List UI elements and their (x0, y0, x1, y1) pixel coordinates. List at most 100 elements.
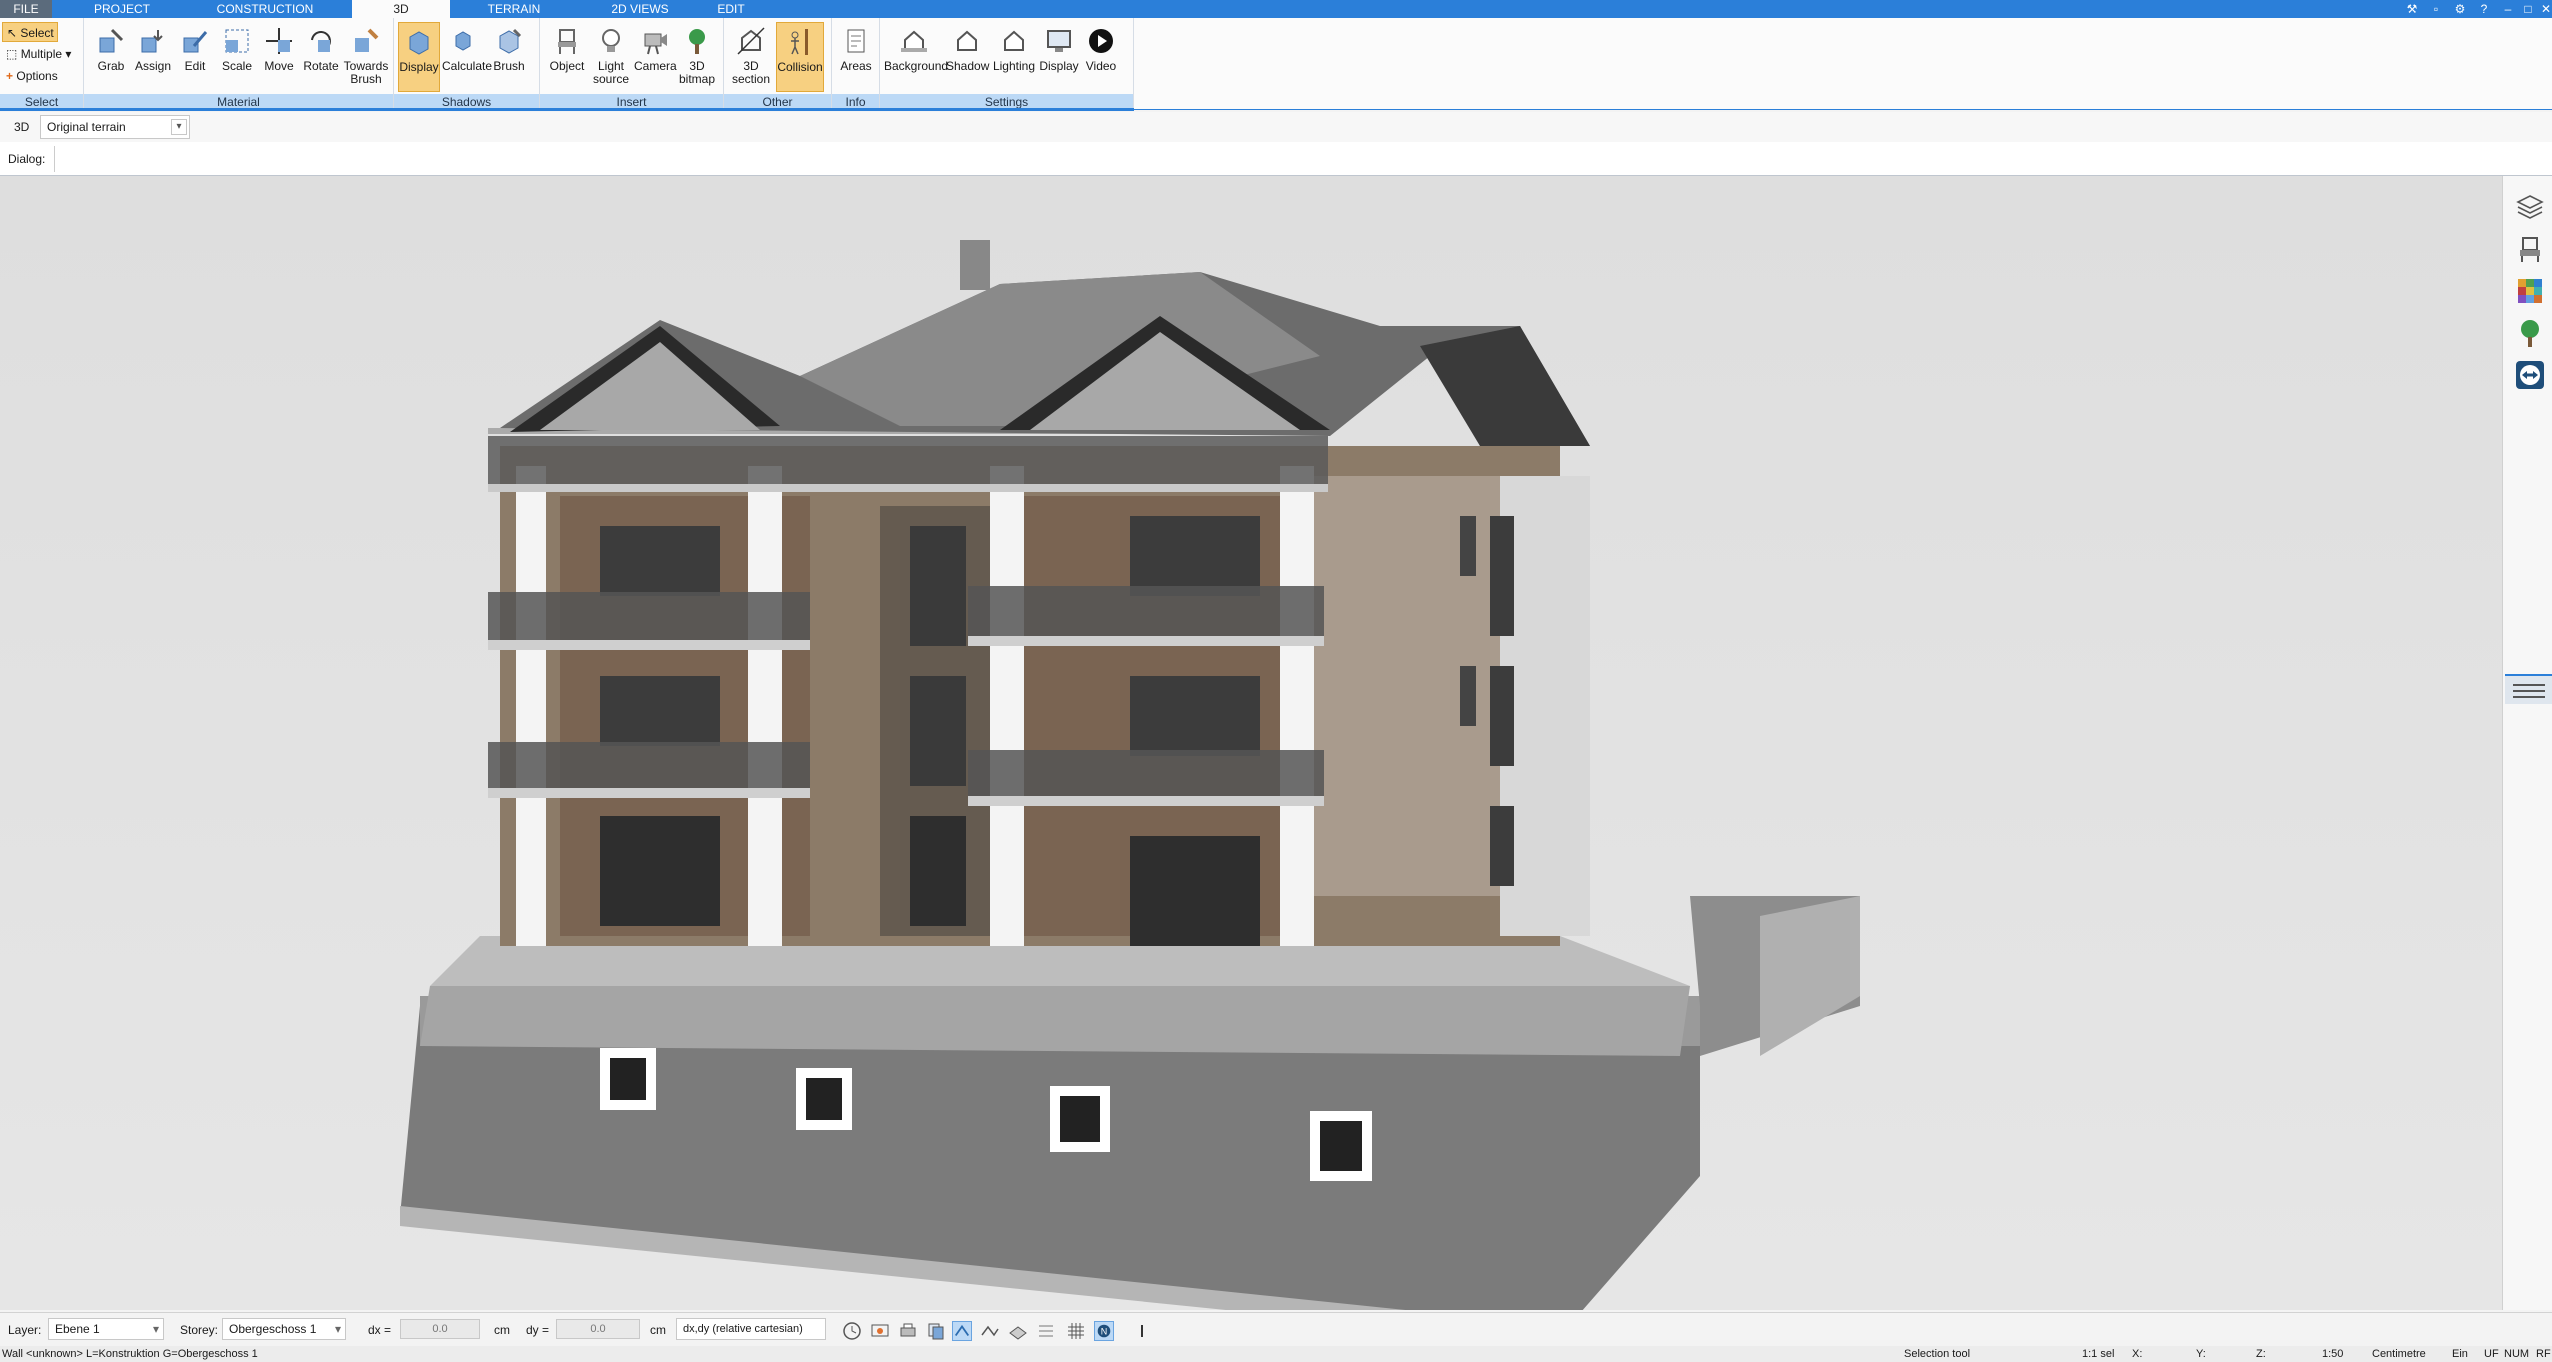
layer-label: Layer: (8, 1323, 42, 1337)
3d-section-button[interactable]: 3D section (730, 22, 772, 92)
shadow-display-icon (409, 31, 429, 55)
status-bar: Wall <unknown> L=Konstruktion G=Obergesc… (0, 1346, 2552, 1362)
shadows-group: Display Calculate Brush Shadows (394, 18, 540, 110)
maximize-icon[interactable]: □ (2520, 1, 2536, 17)
furniture-icon[interactable] (2515, 234, 2545, 264)
terrace-slab (420, 986, 1690, 1056)
tab-file[interactable]: FILE (0, 0, 52, 18)
insert-light-source-button[interactable]: Light source (590, 22, 632, 92)
close-icon[interactable]: ✕ (2538, 1, 2552, 17)
layer-select[interactable]: Ebene 1 ▾ (48, 1318, 164, 1340)
3d-viewport[interactable] (0, 176, 2502, 1310)
tab-edit[interactable]: EDIT (706, 0, 756, 18)
settings-icon[interactable]: ⚙ (2452, 1, 2468, 17)
options-label: Options (16, 69, 58, 83)
insert-3d-bitmap-button[interactable]: 3D bitmap (676, 22, 718, 92)
select-button[interactable]: ↖ Select (2, 22, 58, 42)
settings-display-button[interactable]: Display (1038, 22, 1080, 92)
status-ein: Ein (2452, 1348, 2468, 1360)
print-icon[interactable] (898, 1321, 918, 1341)
status-y: Y: (2196, 1348, 2206, 1360)
status-message: Wall <unknown> L=Konstruktion G=Obergesc… (2, 1348, 258, 1360)
grab-button[interactable]: Grab (90, 22, 132, 92)
multiple-button[interactable]: ⬚ Multiple ▾ (2, 44, 80, 64)
tab-3d[interactable]: 3D (352, 0, 450, 20)
move-button[interactable]: Move (258, 22, 300, 92)
panel-collapse-handle[interactable] (2505, 674, 2552, 704)
info-group: Areas Info (832, 18, 880, 110)
cursor-icon: ↖ (7, 26, 18, 40)
plants-icon[interactable] (2515, 318, 2545, 348)
shadow-brush-button[interactable]: Brush (488, 22, 530, 92)
grab-material-icon (99, 28, 124, 53)
shadow-display-button[interactable]: Display (398, 22, 440, 92)
layers-icon[interactable] (2515, 192, 2545, 222)
move-material-icon (266, 28, 292, 54)
materials-icon[interactable] (2515, 276, 2545, 306)
grid-icon[interactable] (1066, 1321, 1086, 1341)
background-button[interactable]: Background (884, 22, 948, 92)
north-icon[interactable]: N (1094, 1321, 1114, 1341)
svg-text:N: N (1101, 1327, 1108, 1337)
right-tool-panel (2502, 176, 2552, 1310)
settings-shadow-button[interactable]: Shadow (946, 22, 989, 92)
multiple-label: Multiple (20, 47, 63, 61)
edit-button[interactable]: Edit (174, 22, 216, 92)
coordinate-mode-select[interactable]: dx,dy (relative cartesian) (676, 1318, 826, 1340)
options-button[interactable]: + Options (2, 66, 72, 86)
options-bar: Layer: Ebene 1 ▾ Storey: Obergeschoss 1 … (0, 1312, 2552, 1346)
tab-construction[interactable]: CONSTRUCTION (210, 0, 320, 18)
shadow-calculate-button[interactable]: Calculate (442, 22, 492, 92)
layer-select-value: Ebene 1 (55, 1322, 100, 1336)
storey-label: Storey: (180, 1323, 219, 1337)
insert-group: Object Light source Camera 3D bitmap Ins… (540, 18, 724, 110)
teamviewer-icon[interactable] (2515, 360, 2545, 390)
plane-icon[interactable] (1008, 1321, 1028, 1341)
chevron-down-icon: ▾ (334, 1322, 341, 1336)
rotate-button[interactable]: Rotate (300, 22, 342, 92)
status-rf: RF (2536, 1348, 2551, 1360)
clock-icon[interactable] (842, 1321, 862, 1341)
storey-select[interactable]: Obergeschoss 1 ▾ (222, 1318, 346, 1340)
insert-camera-button[interactable]: Camera (634, 22, 677, 92)
terrain-select-value: Original terrain (47, 120, 126, 134)
collision-button[interactable]: Collision (776, 22, 824, 92)
insert-object-button[interactable]: Object (546, 22, 588, 92)
assign-button[interactable]: Assign (132, 22, 174, 92)
other-group: 3D section Collision Other (724, 18, 832, 110)
info-icon[interactable] (1132, 1321, 1152, 1341)
help-icon[interactable]: ? (2476, 1, 2492, 17)
building-render[interactable] (0, 176, 2502, 1310)
ribbon: ↖ Select ⬚ Multiple ▾ + Options Select G… (0, 18, 2552, 110)
snap-mesh-icon[interactable] (980, 1321, 1000, 1341)
screen-capture-icon[interactable] (870, 1321, 890, 1341)
video-button[interactable]: Video (1080, 22, 1122, 92)
towards-brush-button[interactable]: Towards Brush (342, 22, 390, 92)
chair-icon (558, 29, 576, 54)
areas-icon (847, 29, 865, 53)
material-group: Grab Assign Edit Scale Move Rotate Towar… (84, 18, 394, 110)
restore-icon[interactable]: ▫ (2428, 1, 2444, 17)
scale-button[interactable]: Scale (216, 22, 258, 92)
chevron-down-icon: ▾ (65, 47, 72, 61)
dialog-bar: Dialog: (0, 142, 2552, 176)
minimize-icon[interactable]: – (2500, 1, 2516, 17)
snap-angle-icon[interactable] (952, 1321, 972, 1341)
terrain-select[interactable]: Original terrain ▾ (40, 115, 190, 139)
lines-icon[interactable] (1036, 1321, 1056, 1341)
play-icon (1089, 29, 1113, 53)
select-label: Select (20, 26, 54, 40)
status-tool: Selection tool (1904, 1348, 1971, 1360)
lighting-button[interactable]: Lighting (992, 22, 1036, 92)
assign-material-icon (141, 30, 163, 53)
ribbon-accent-bar (0, 108, 1134, 111)
tab-project[interactable]: PROJECT (82, 0, 162, 18)
dx-input[interactable]: 0.0 (400, 1319, 480, 1339)
dx-unit: cm (494, 1323, 510, 1337)
tools-icon[interactable]: ⚒ (2404, 1, 2420, 17)
areas-button[interactable]: Areas (835, 22, 877, 92)
tab-terrain[interactable]: TERRAIN (474, 0, 554, 18)
tab-2d-views[interactable]: 2D VIEWS (600, 0, 680, 18)
dy-input[interactable]: 0.0 (556, 1319, 640, 1339)
copy-icon[interactable] (926, 1321, 946, 1341)
